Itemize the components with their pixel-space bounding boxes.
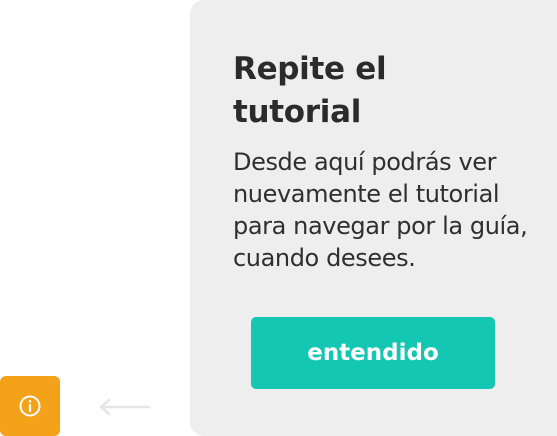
arrow-left-icon	[98, 398, 150, 416]
card-title: Repite el tutorial	[233, 51, 387, 130]
tutorial-card: Repite el tutorial Desde aquí podrás ver…	[190, 0, 557, 436]
card-description: Desde aquí podrás ver nuevamente el tuto…	[233, 148, 528, 272]
tutorial-screen: Repite el tutorial Desde aquí podrás ver…	[0, 0, 557, 436]
info-circle-icon	[18, 394, 42, 418]
understood-button[interactable]: entendido	[251, 317, 495, 389]
info-button[interactable]	[0, 376, 60, 436]
